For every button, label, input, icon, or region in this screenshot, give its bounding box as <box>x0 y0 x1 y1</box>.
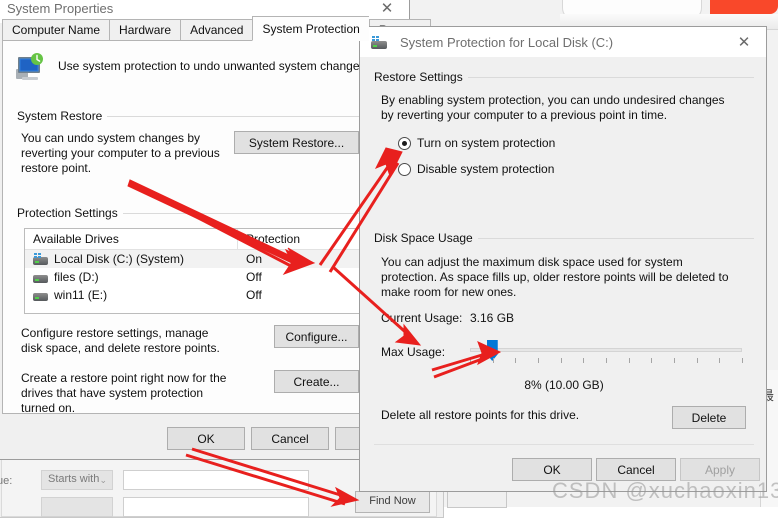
listview-header[interactable]: Available Drives Protection <box>25 229 387 250</box>
drive-icon <box>33 289 48 301</box>
drive-name-cell: Local Disk (C:) (System) <box>25 252 237 266</box>
column-available-drives[interactable]: Available Drives <box>25 229 237 249</box>
system-restore-button[interactable]: System Restore... <box>234 131 359 154</box>
chevron-down-icon: ⌄ <box>99 475 107 485</box>
restore-settings-description: By enabling system protection, you can u… <box>381 93 725 122</box>
background-field-label: ue: <box>0 475 13 487</box>
radio-icon-checked <box>398 136 411 150</box>
system-restore-group: System Restore <box>17 109 395 123</box>
system-protection-titlebar[interactable]: System Protection for Local Disk (C:) ✕ <box>360 27 766 57</box>
radio-disable-protection[interactable]: Disable system protection <box>398 162 554 176</box>
disk-space-usage-description: You can adjust the maximum disk space us… <box>381 255 729 299</box>
drive-name-cell: files (D:) <box>25 270 237 284</box>
table-row[interactable]: Local Disk (C:) (System) On <box>25 250 387 268</box>
restore-settings-group: Restore Settings <box>374 70 754 84</box>
system-drive-icon <box>33 253 48 265</box>
restore-settings-group-label: Restore Settings <box>374 70 468 84</box>
find-now-button[interactable]: Find Now <box>355 491 430 513</box>
tab-computer-name[interactable]: Computer Name <box>2 19 110 41</box>
table-row[interactable]: win11 (E:) Off <box>25 286 387 304</box>
footer-separator <box>374 444 754 445</box>
max-usage-slider-track[interactable] <box>470 348 742 352</box>
available-drives-listview[interactable]: Available Drives Protection Local Disk (… <box>24 228 388 314</box>
system-properties-tabstrip[interactable]: Computer Name Hardware Advanced System P… <box>2 16 431 41</box>
cancel-button[interactable]: Cancel <box>251 427 329 450</box>
background-second-combo[interactable] <box>41 497 113 517</box>
close-icon[interactable]: ✕ <box>722 27 766 57</box>
disk-space-usage-group: Disk Space Usage <box>374 231 754 245</box>
background-value-input[interactable] <box>123 470 309 490</box>
max-usage-label: Max Usage: <box>381 345 446 359</box>
drive-name-label: files (D:) <box>54 270 99 284</box>
system-protection-dialog-title: System Protection for Local Disk (C:) <box>400 34 614 50</box>
drive-name-label: win11 (E:) <box>54 288 108 302</box>
system-properties-dialog[interactable]: System Properties ✕ Computer Name Hardwa… <box>0 0 431 460</box>
tab-advanced[interactable]: Advanced <box>180 19 253 41</box>
configure-description: Configure restore settings, manage disk … <box>21 326 220 355</box>
delete-restore-points-description: Delete all restore points for this drive… <box>381 408 580 422</box>
background-second-input[interactable] <box>123 497 309 517</box>
system-restore-description: You can undo system changes by reverting… <box>21 131 220 175</box>
protection-settings-group-label: Protection Settings <box>17 206 123 220</box>
background-combo-value: Starts with <box>48 473 100 485</box>
system-protection-header-text: Use system protection to undo unwanted s… <box>58 59 369 73</box>
radio-disable-label: Disable system protection <box>417 162 555 176</box>
system-protection-tab-panel: Use system protection to undo unwanted s… <box>2 40 402 415</box>
tab-system-protection[interactable]: System Protection <box>252 16 369 41</box>
create-button[interactable]: Create... <box>274 370 359 393</box>
browser-tab-active[interactable] <box>710 0 778 14</box>
watermark: CSDN @xuchaoxin1375 <box>552 478 778 503</box>
max-usage-slider-ticks <box>470 358 743 364</box>
protection-settings-group: Protection Settings <box>17 206 395 220</box>
radio-turn-on-protection[interactable]: Turn on system protection <box>398 136 555 150</box>
background-starts-with-combo[interactable]: Starts with ⌄ <box>41 470 113 490</box>
drive-icon <box>33 271 48 283</box>
drive-name-label: Local Disk (C:) (System) <box>54 252 185 266</box>
system-protection-icon <box>16 53 43 80</box>
configure-button[interactable]: Configure... <box>274 325 359 348</box>
system-restore-group-label: System Restore <box>17 109 108 123</box>
titlebar-drive-icon <box>371 35 387 49</box>
tab-hardware[interactable]: Hardware <box>109 19 181 41</box>
system-protection-dialog[interactable]: System Protection for Local Disk (C:) ✕ … <box>359 26 767 492</box>
disk-space-usage-group-label: Disk Space Usage <box>374 231 478 245</box>
drive-name-cell: win11 (E:) <box>25 288 237 302</box>
max-usage-value-text: 8% (10.00 GB) <box>524 378 604 392</box>
radio-turn-on-label: Turn on system protection <box>417 136 556 150</box>
radio-icon-unchecked <box>398 162 411 176</box>
current-usage-value: 3.16 GB <box>470 311 515 325</box>
ok-button[interactable]: OK <box>167 427 245 450</box>
table-row[interactable]: files (D:) Off <box>25 268 387 286</box>
current-usage-label: Current Usage: <box>381 311 463 325</box>
create-description: Create a restore point right now for the… <box>21 371 227 415</box>
delete-button[interactable]: Delete <box>672 406 746 429</box>
system-properties-title: System Properties <box>7 0 114 16</box>
